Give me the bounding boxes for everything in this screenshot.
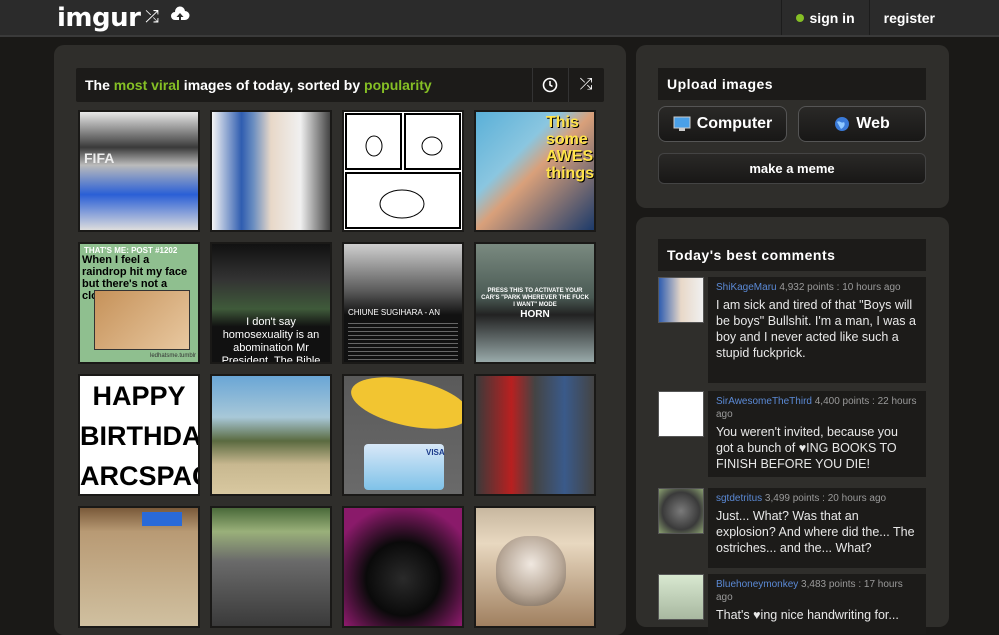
title-prefix: The [85, 77, 114, 93]
computer-label: Computer [696, 115, 773, 132]
upload-computer-button[interactable]: Computer [658, 106, 787, 142]
comment-thumbnail[interactable] [658, 277, 704, 323]
comment-thumbnail[interactable] [658, 574, 704, 620]
sign-in-label: sign in [809, 9, 855, 26]
upload-title: Upload images [658, 68, 926, 100]
birthday-line-2: BIRTHDAY [80, 421, 200, 451]
comment-username[interactable]: SirAwesomeTheThird [716, 396, 812, 407]
gallery-thumbnail[interactable]: I don't say homosexuality is an abominat… [210, 242, 332, 364]
gallery-thumbnail[interactable] [342, 506, 464, 628]
comment-meta: 3,499 points : 20 hours ago [762, 493, 887, 504]
shuffle-icon: ⤮ [579, 76, 593, 93]
upload-panel: Upload images Computer Web make a meme [636, 45, 949, 208]
random-button[interactable]: ⤮ [568, 68, 603, 102]
gallery-thumbnail[interactable]: VISA [342, 374, 464, 496]
blue-object [142, 512, 182, 526]
gallery-thumbnail[interactable] [342, 110, 464, 232]
banana-shape [346, 376, 462, 438]
gallery-thumbnail[interactable] [78, 506, 200, 628]
thumbnail-credit: ledhatsme.tumblr [150, 353, 197, 359]
comment-username[interactable]: ShiKageMaru [716, 282, 777, 293]
visa-label: VISA [426, 448, 445, 457]
thumbnail-caption: FIFA [84, 150, 115, 166]
comment-text: You weren't invited, because you got a b… [716, 425, 898, 471]
gallery-thumbnail[interactable] [474, 374, 596, 496]
clock-icon [542, 77, 558, 93]
gallery-thumbnail[interactable] [474, 506, 596, 628]
comment-meta: 4,932 points : 10 hours ago [776, 282, 901, 293]
comment-username[interactable]: sgtdetritus [716, 493, 762, 504]
title-middle: images of today, sorted by [179, 77, 365, 93]
web-label: Web [856, 115, 890, 132]
thumbnail-caption: This some AWES things [546, 114, 594, 182]
imgur-logo[interactable]: imgur [57, 3, 141, 33]
gallery-thumbnail[interactable]: HAPPY BIRTHDAY ARCSPACE [78, 374, 200, 496]
comment-thumbnail[interactable] [658, 391, 704, 437]
gallery-thumbnail[interactable]: CHIUNE SUGIHARA - AN UNSUNG HERO [342, 242, 464, 364]
gallery-header: The most viral images of today, sorted b… [76, 68, 604, 102]
thumbnail-caption: PRESS THIS TO ACTIVATE YOUR CAR'S "PARK … [481, 288, 589, 308]
random-shuffle-icon[interactable]: ⤮ [141, 6, 163, 28]
best-comments-panel: Today's best comments ShiKageMaru 4,932 … [636, 217, 949, 634]
gallery-thumbnail[interactable] [210, 374, 332, 496]
gallery-thumbnail[interactable] [210, 110, 332, 232]
online-status-dot [795, 13, 804, 22]
sort-by-time-button[interactable] [532, 68, 567, 102]
monitor-icon [673, 116, 691, 131]
horn-label: HORN [520, 309, 550, 320]
upload-web-button[interactable]: Web [798, 106, 926, 142]
dog-photo [94, 290, 190, 350]
birthday-line-3: ARCSPACE [80, 461, 198, 491]
gallery-thumbnail[interactable] [210, 506, 332, 628]
gallery-title: The most viral images of today, sorted b… [85, 77, 432, 93]
register-link[interactable]: register [868, 0, 949, 35]
comment-thumbnail[interactable] [658, 488, 704, 534]
upload-cloud-icon[interactable] [169, 6, 191, 28]
comment-text: That's ♥ing nice handwriting for... [716, 608, 899, 622]
globe-icon [835, 117, 850, 131]
comment-username[interactable]: Bluehoneymonkey [716, 579, 798, 590]
gallery-thumbnail[interactable]: This some AWES things [474, 110, 596, 232]
cat-shape [496, 536, 566, 606]
gallery-thumbnail[interactable]: THAT'S ME: POST #1202 When I feel a rain… [78, 242, 200, 364]
sign-in-link[interactable]: sign in [780, 0, 869, 35]
top-navigation-bar: imgur ⤮ sign in register [0, 0, 999, 37]
comments-title: Today's best comments [658, 239, 926, 271]
text-block [348, 320, 458, 360]
comment-text: Just... What? Was that an explosion? And… [716, 509, 915, 555]
comment-text: I am sick and tired of that "Boys will b… [716, 298, 916, 360]
gallery-thumbnail[interactable]: PRESS THIS TO ACTIVATE YOUR CAR'S "PARK … [474, 242, 596, 364]
gallery-panel: The most viral images of today, sorted b… [54, 45, 626, 635]
sort-popularity-link[interactable]: popularity [364, 77, 432, 93]
sort-most-viral-link[interactable]: most viral [114, 77, 180, 93]
thumbnail-caption: I don't say homosexuality is an abominat… [221, 316, 321, 364]
gallery-thumbnail[interactable]: FIFA [78, 110, 200, 232]
make-meme-button[interactable]: make a meme [658, 153, 926, 184]
birthday-line-1: HAPPY [92, 381, 186, 411]
